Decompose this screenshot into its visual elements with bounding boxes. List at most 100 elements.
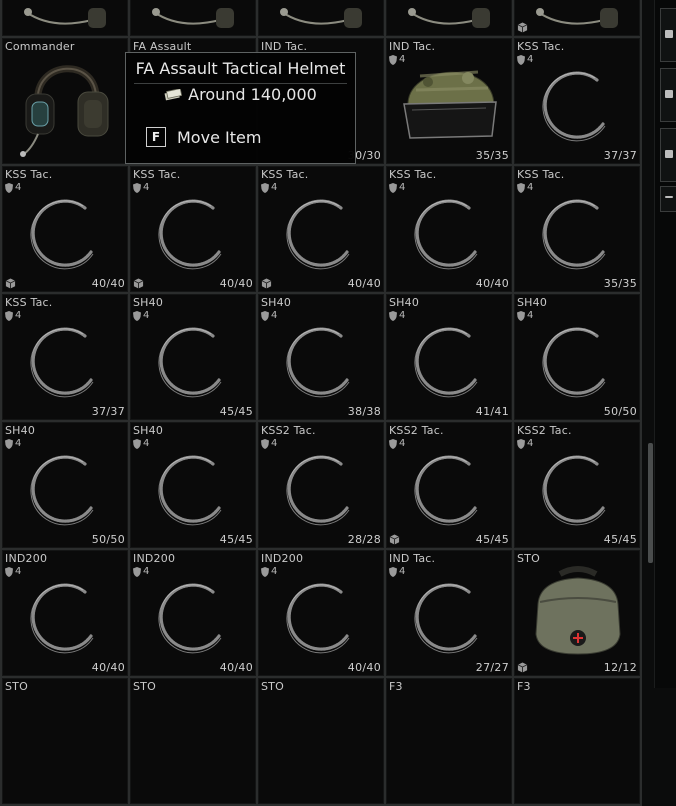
inventory-cell[interactable]: IND Tac. 4 35/35: [386, 38, 512, 164]
durability: 38/38: [347, 405, 381, 418]
inventory-cell[interactable]: KSS2 Tac. 4 45/45: [514, 422, 640, 548]
inventory-cell[interactable]: SH40 4 45/45: [130, 294, 256, 420]
helmet-ring-icon: [30, 327, 94, 398]
durability: 37/37: [91, 405, 125, 418]
inventory-cell[interactable]: F3: [386, 678, 512, 804]
inventory-cell[interactable]: [2, 0, 128, 36]
inventory-cell[interactable]: [386, 0, 512, 36]
helmet-ring-icon: [286, 199, 350, 270]
inventory-cell[interactable]: SH40 4 41/41: [386, 294, 512, 420]
inventory-cell[interactable]: [258, 0, 384, 36]
side-button-1[interactable]: [660, 8, 676, 62]
inventory-cell[interactable]: Commander: [2, 38, 128, 164]
armor-class-icon: [517, 438, 525, 449]
item-name: SH40: [517, 296, 548, 309]
armor-class-icon: [261, 182, 269, 193]
headset-icon: [536, 8, 618, 28]
inventory-cell[interactable]: STO: [258, 678, 384, 804]
helmet-ring-icon: [30, 199, 94, 270]
armor-class-icon: [517, 182, 525, 193]
inventory-cell[interactable]: SH40 4 50/50: [514, 294, 640, 420]
armor-class-value: 4: [399, 310, 406, 321]
inventory-cell[interactable]: KSS Tac. 4 40/40: [130, 166, 256, 292]
durability: 35/35: [475, 149, 509, 162]
item-name: IND200: [5, 552, 48, 565]
inventory-cell[interactable]: KSS2 Tac. 4 45/45: [386, 422, 512, 548]
durability: 40/40: [219, 661, 253, 674]
armor-class-icon: [5, 566, 13, 577]
inventory-cell[interactable]: IND200 4 40/40: [130, 550, 256, 676]
inventory-cell[interactable]: IND200 4 40/40: [258, 550, 384, 676]
headset-icon: [24, 8, 106, 28]
durability: 45/45: [475, 533, 509, 546]
inventory-cell[interactable]: KSS Tac. 4 40/40: [2, 166, 128, 292]
armor-class-icon: [389, 182, 397, 193]
inventory-cell[interactable]: IND Tac. 4 27/27: [386, 550, 512, 676]
item-name: SH40: [389, 296, 420, 309]
item-name: KSS2 Tac.: [261, 424, 316, 437]
inventory-cell[interactable]: STO: [130, 678, 256, 804]
inventory-cell[interactable]: KSS Tac. 4 37/37: [514, 38, 640, 164]
durability: 27/27: [475, 661, 509, 674]
armor-class-value: 4: [527, 182, 534, 193]
armor-class: 4: [389, 182, 405, 193]
durability: 41/41: [475, 405, 509, 418]
armor-class: 4: [5, 182, 21, 193]
armor-class: 4: [261, 438, 277, 449]
helmet-ring-icon: [542, 199, 606, 270]
inventory-cell[interactable]: SH40 4 45/45: [130, 422, 256, 548]
helmet-ring-icon: [414, 327, 478, 398]
item-name: F3: [389, 680, 403, 693]
side-button-4[interactable]: [660, 186, 676, 212]
armor-class: 4: [261, 310, 277, 321]
found-in-raid-icon: [261, 278, 272, 289]
key-hint-f: F: [146, 127, 166, 147]
armor-class-icon: [5, 310, 13, 321]
money-icon: [164, 88, 183, 100]
armor-class-value: 4: [271, 566, 278, 577]
inventory-cell[interactable]: KSS Tac. 4 40/40: [258, 166, 384, 292]
helmet-icon: [403, 70, 497, 139]
armor-class: 4: [5, 438, 21, 449]
armor-class: 4: [261, 566, 277, 577]
side-button-3[interactable]: [660, 128, 676, 182]
inventory-cell[interactable]: SH40 4 38/38: [258, 294, 384, 420]
inventory-cell[interactable]: KSS Tac. 4 40/40: [386, 166, 512, 292]
inventory-cell[interactable]: STO: [2, 678, 128, 804]
scrollbar-thumb[interactable]: [648, 443, 653, 563]
armor-class: 4: [5, 310, 21, 321]
durability: 45/45: [603, 533, 637, 546]
helmet-ring-icon: [286, 583, 350, 654]
armor-class: 4: [133, 182, 149, 193]
durability: 50/50: [603, 405, 637, 418]
durability: 40/40: [475, 277, 509, 290]
helmet-ring-icon: [158, 199, 222, 270]
inventory-cell[interactable]: IND200 4 40/40: [2, 550, 128, 676]
inventory-cell[interactable]: SH40 4 50/50: [2, 422, 128, 548]
found-in-raid-icon: [517, 662, 528, 673]
armor-class-value: 4: [399, 438, 406, 449]
armor-class: 4: [517, 438, 533, 449]
inventory-cell[interactable]: KSS Tac. 4 37/37: [2, 294, 128, 420]
durability: 37/37: [603, 149, 637, 162]
armor-class-icon: [389, 438, 397, 449]
armor-class: 4: [389, 438, 405, 449]
inventory-cell[interactable]: STO 12/12: [514, 550, 640, 676]
item-name: SH40: [133, 424, 164, 437]
inventory-cell[interactable]: KSS2 Tac. 4 28/28: [258, 422, 384, 548]
armor-class-value: 4: [399, 566, 406, 577]
inventory-cell[interactable]: KSS Tac. 4 35/35: [514, 166, 640, 292]
headset-icon: [280, 8, 362, 28]
minus-icon: [665, 196, 673, 198]
inventory-cell[interactable]: [514, 0, 640, 36]
helmet-ring-icon: [414, 455, 478, 526]
durability: 50/50: [91, 533, 125, 546]
inventory-cell[interactable]: F3: [514, 678, 640, 804]
move-item-action[interactable]: Move Item: [177, 128, 261, 147]
inventory-cell[interactable]: [130, 0, 256, 36]
side-button-2[interactable]: [660, 68, 676, 122]
armor-class: 4: [133, 566, 149, 577]
armor-class-icon: [133, 566, 141, 577]
helmet-ring-icon: [158, 455, 222, 526]
armor-class: 4: [133, 438, 149, 449]
